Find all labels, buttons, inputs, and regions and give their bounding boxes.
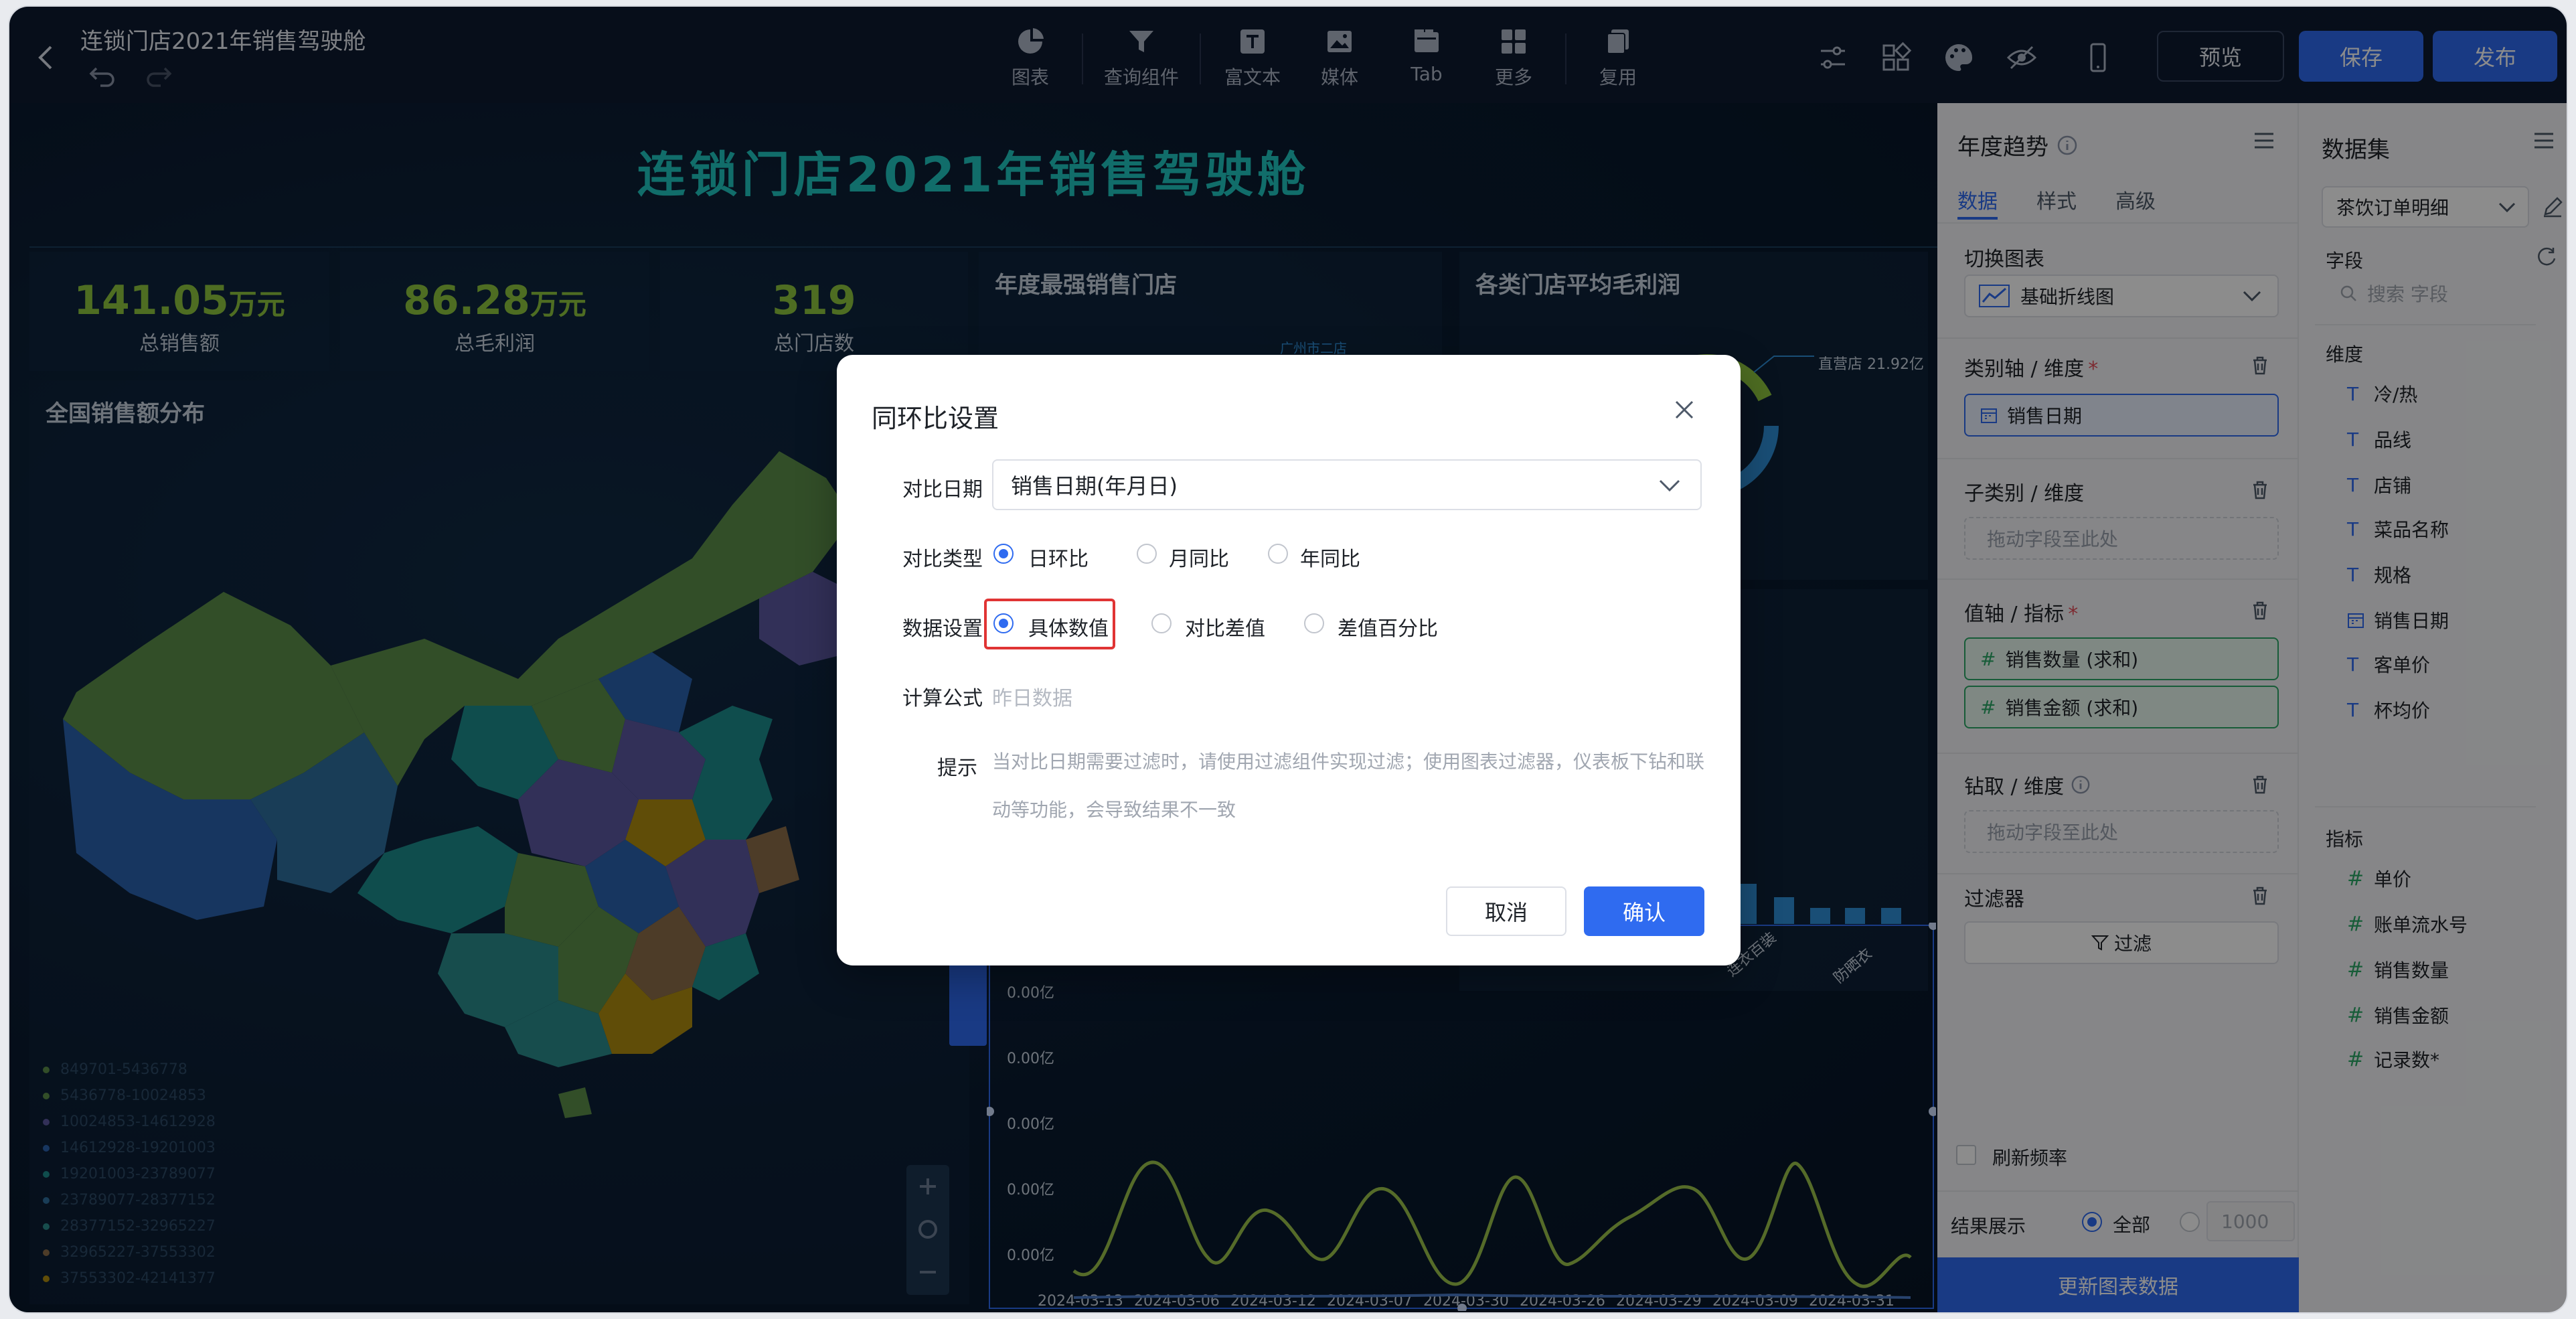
formula-label: 计算公式 [902, 687, 983, 710]
radio-year-over-year[interactable] [1268, 544, 1288, 564]
app-window: 连锁门店2021年销售驾驶舱 图表 查询组件 富文本 媒体 Tab 更多 复用 … [9, 7, 2567, 1312]
radio-actual-value-label: 具体数值 [1028, 617, 1109, 641]
cancel-button[interactable]: 取消 [1446, 886, 1566, 936]
radio-year-over-year-label: 年同比 [1300, 548, 1360, 571]
chevron-down-icon [1659, 479, 1680, 492]
radio-month-over-month-label: 月同比 [1169, 548, 1229, 571]
confirm-button[interactable]: 确认 [1584, 886, 1704, 936]
data-setting-label: 数据设置 [902, 617, 983, 641]
radio-month-over-month[interactable] [1137, 544, 1157, 564]
close-icon[interactable] [1670, 395, 1699, 424]
radio-difference[interactable] [1151, 613, 1172, 633]
hint-text: 当对比日期需要过滤时，请使用过滤组件实现过滤；使用图表过滤器，仪表板下钻和联动等… [992, 751, 1705, 821]
radio-day-over-day[interactable] [993, 544, 1014, 564]
hint-label: 提示 [937, 757, 977, 780]
radio-actual-value[interactable] [993, 613, 1014, 633]
compare-date-value: 销售日期(年月日) [1011, 473, 1178, 499]
compare-type-label: 对比类型 [902, 548, 983, 571]
radio-difference-percent-label: 差值百分比 [1338, 617, 1438, 641]
formula-value: 昨日数据 [992, 687, 1072, 710]
compare-date-label: 对比日期 [902, 478, 983, 501]
yoy-settings-dialog: 同环比设置 对比日期 销售日期(年月日) 对比类型 日环比 月同比 年同比 数据… [837, 355, 1741, 965]
dialog-title: 同环比设置 [872, 404, 999, 433]
radio-day-over-day-label: 日环比 [1028, 548, 1089, 571]
radio-difference-label: 对比差值 [1185, 617, 1265, 641]
radio-difference-percent[interactable] [1304, 613, 1324, 633]
compare-date-select[interactable]: 销售日期(年月日) [992, 459, 1702, 510]
